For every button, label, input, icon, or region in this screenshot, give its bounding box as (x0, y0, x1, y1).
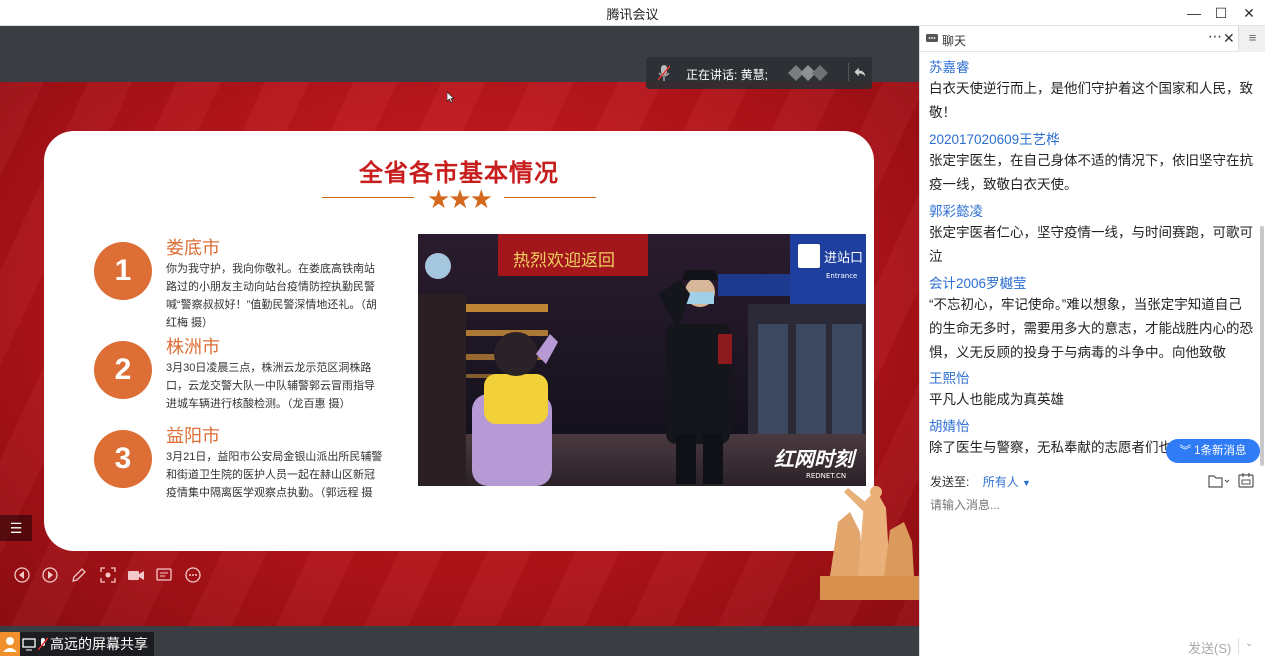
message-sender: 胡婧怡 (929, 419, 970, 434)
item-number-badge: 3 (94, 430, 152, 488)
send-to-row: 发送至: 所有人 ▼ (930, 473, 1031, 490)
panel-menu-icon[interactable]: ≡ (1238, 26, 1265, 52)
recipient-dropdown[interactable]: 所有人 (983, 475, 1019, 489)
photo-watermark: 红网时刻 (774, 447, 858, 471)
close-button[interactable]: ✕ (1235, 2, 1263, 24)
message-box-icon[interactable] (1238, 472, 1254, 488)
more-options-icon[interactable] (185, 567, 201, 583)
item-number-badge: 1 (94, 242, 152, 300)
new-messages-label: 1条新消息 (1194, 445, 1247, 457)
message-input[interactable] (930, 496, 1256, 626)
city-name: 株洲市 (166, 337, 220, 357)
minimize-button[interactable]: — (1180, 2, 1208, 24)
message-text: 白衣天使逆行而上，是他们守护着这个国家和人民，致敬！ (929, 81, 1253, 120)
mic-muted-icon (38, 637, 48, 651)
share-screen-icon (22, 638, 36, 651)
chat-panel: 聊天 ⋯ ✕ ≡ 苏嘉睿 白衣天使逆行而上，是他们守护着这个国家和人民，致敬！ … (919, 26, 1265, 656)
avatar-wave-icon (788, 65, 828, 81)
city-name: 益阳市 (166, 426, 220, 446)
message-text: “不忘初心，牢记使命。”难以想象，当张定宇知道自己的生命无多时，需要用多大的意志… (929, 297, 1253, 360)
screen-share-owner: 高远的屏幕共享 (0, 632, 154, 656)
mouse-cursor-icon (447, 92, 455, 103)
subtitle-icon[interactable] (156, 567, 172, 583)
message-text: 平凡人也能成为真英雄 (929, 392, 1064, 407)
stars-decoration: ★★★ (427, 184, 493, 214)
next-slide-icon[interactable] (42, 567, 58, 583)
user-icon (0, 632, 20, 656)
title-bar: 腾讯会议 — ☐ ✕ (0, 0, 1265, 26)
message-sender: 会计2006罗樾莹 (929, 276, 1027, 291)
heading-decoration: ★★★ (322, 184, 596, 214)
new-messages-button[interactable]: ︾ 1条新消息 (1166, 439, 1260, 463)
message-list: 苏嘉睿 白衣天使逆行而上，是他们守护着这个国家和人民，致敬！ 202017020… (920, 53, 1260, 466)
speaking-indicator: 正在讲话: 黄慧; (646, 57, 872, 89)
chat-scrollbar[interactable] (1260, 226, 1264, 466)
window-title: 腾讯会议 (606, 7, 659, 22)
photo-sign-text: 进站口 (824, 251, 863, 266)
slide-card: 全省各市基本情况 ★★★ 1 娄底市 你为我守护，我向你敬礼。在娄底高铁南站路过… (44, 131, 874, 551)
item-number-badge: 2 (94, 341, 152, 399)
city-name: 娄底市 (166, 238, 220, 258)
reply-icon[interactable] (848, 63, 866, 81)
maximize-button[interactable]: ☐ (1207, 2, 1235, 24)
message-sender: 苏嘉睿 (929, 60, 970, 75)
chat-title: 聊天 (942, 34, 967, 48)
message-text: 张定宇医者仁心，坚守疫情一线，与时间赛跑，可歌可泣 (929, 225, 1253, 264)
photo-sign-sub: Entrance (826, 272, 857, 280)
send-to-label: 发送至: (930, 475, 970, 489)
dropdown-arrow-icon[interactable]: ▼ (1022, 478, 1031, 488)
mic-muted-icon (658, 65, 670, 81)
statue-decoration (820, 486, 919, 600)
send-options-chevron-icon[interactable]: ⌄ (1238, 638, 1253, 654)
pen-icon[interactable] (71, 567, 87, 583)
close-chat-icon[interactable]: ✕ (1223, 30, 1235, 47)
screen-share-area: 正在讲话: 黄慧; 全省各市基本情况 ★★★ 1 娄底市 你为我守护，我向你敬礼… (0, 26, 919, 656)
file-icon[interactable] (1208, 474, 1230, 488)
city-description: 3月30日凌晨三点，株洲云龙示范区洞株路口，云龙交警大队一中队辅警郭云冒雨指导进… (166, 362, 375, 410)
city-description: 3月21日，益阳市公安局金银山派出所民辅警和街道卫生院的医护人员一起在赫山区新冠… (166, 451, 383, 499)
slide-list-button[interactable]: ☰ (0, 515, 32, 541)
message-sender: 王熙怡 (929, 371, 970, 386)
slide-heading: 全省各市基本情况 (359, 160, 559, 187)
city-description: 你为我守护，我向你敬礼。在娄底高铁南站路过的小朋友主动向站台疫情防控执勤民警喊“… (166, 263, 377, 329)
send-button[interactable]: 发送(S) (1188, 638, 1231, 656)
more-icon[interactable]: ⋯ (1208, 28, 1222, 45)
photo-banner-text: 热烈欢迎返回 (513, 251, 615, 271)
chat-bubble-icon (926, 34, 938, 42)
message-sender: 202017020609王艺桦 (929, 132, 1060, 147)
video-icon[interactable] (127, 567, 145, 583)
double-chevron-down-icon: ︾ (1179, 445, 1195, 457)
speaking-label: 正在讲话: 黄慧; (686, 68, 769, 82)
focus-icon[interactable] (100, 567, 116, 583)
news-photo: 热烈欢迎返回 进站口 Entrance 红网时刻 REDNET.CN (418, 234, 866, 486)
photo-watermark-sub: REDNET.CN (806, 472, 846, 480)
chat-header: 聊天 ⋯ ✕ ≡ (920, 26, 1265, 52)
message-text: 张定宇医生，在自己身体不适的情况下，依旧坚守在抗疫一线，致敬白衣天使。 (929, 153, 1253, 192)
prev-slide-icon[interactable] (14, 567, 30, 583)
station-scene-illustration: 热烈欢迎返回 进站口 Entrance 红网时刻 REDNET.CN (418, 234, 866, 486)
sharer-label: 高远的屏幕共享 (50, 636, 148, 652)
message-sender: 郭彩懿凌 (929, 204, 983, 219)
